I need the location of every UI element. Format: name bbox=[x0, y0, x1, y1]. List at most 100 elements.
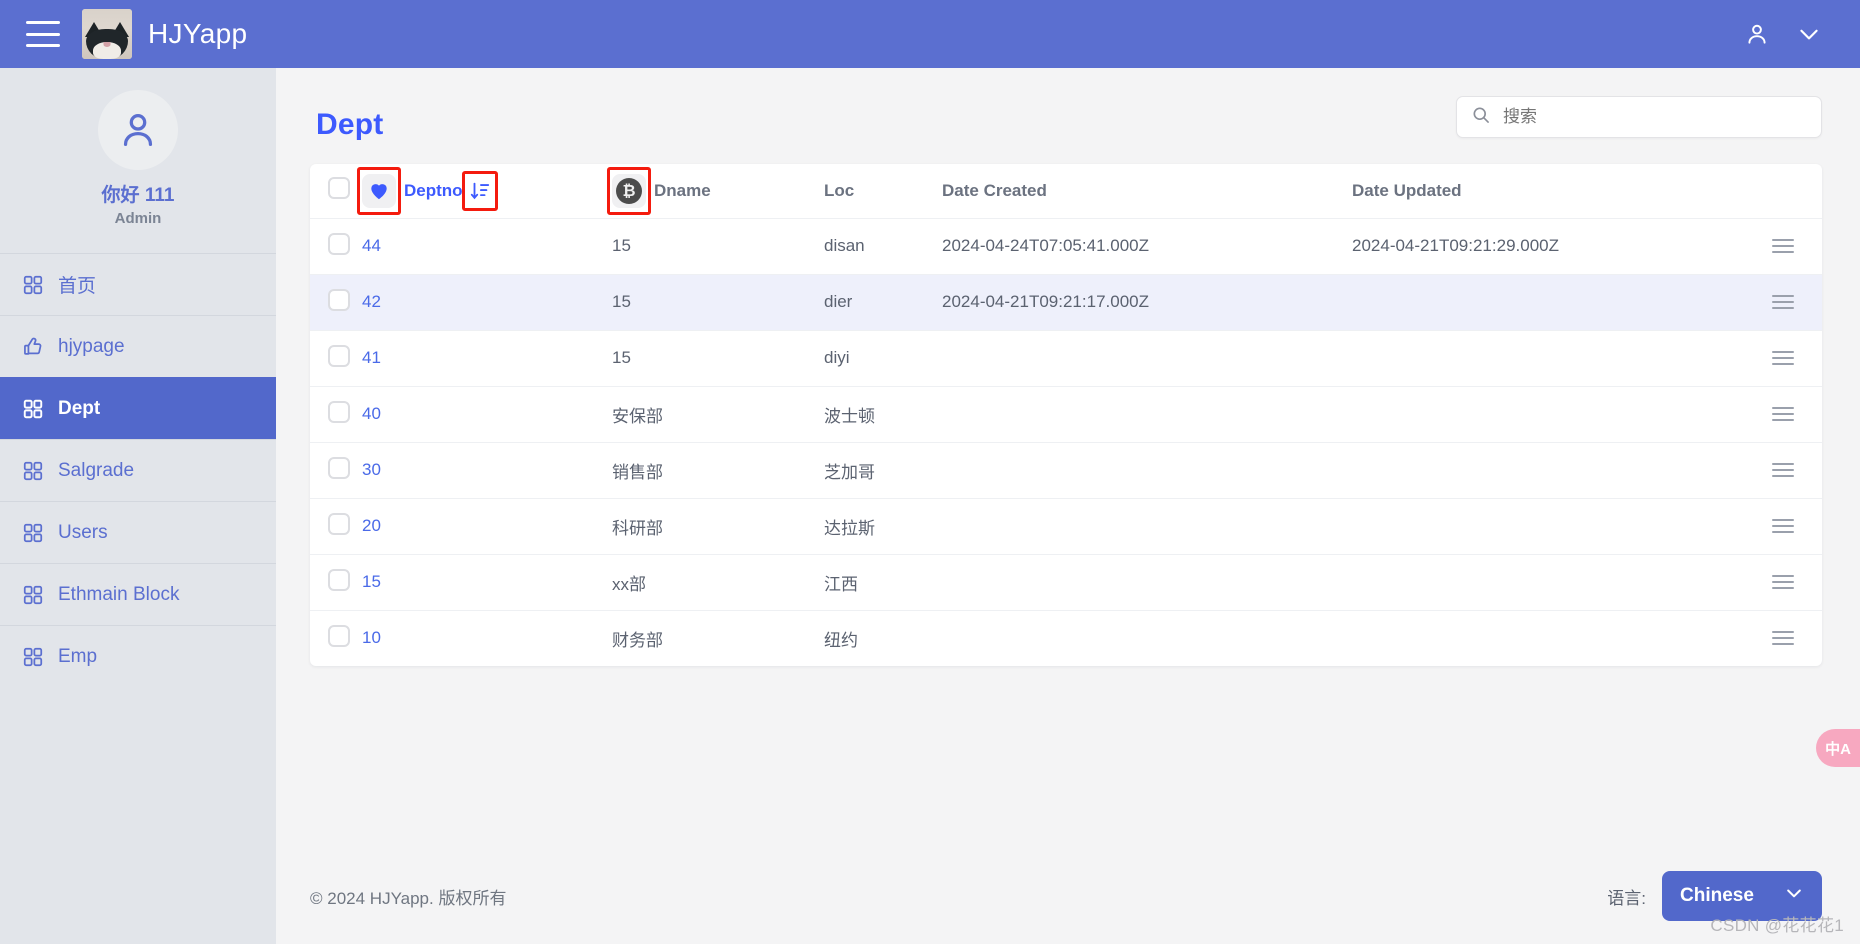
deptno-link[interactable]: 10 bbox=[362, 628, 381, 647]
cell-date-created bbox=[942, 610, 1352, 666]
row-menu-icon[interactable] bbox=[1772, 407, 1794, 421]
row-checkbox[interactable] bbox=[328, 400, 350, 423]
floating-language-toggle[interactable]: 中A bbox=[1816, 729, 1860, 767]
search-icon bbox=[1471, 105, 1491, 130]
cell-date-created bbox=[942, 554, 1352, 610]
header-dname[interactable]: ₿ Dname bbox=[607, 164, 824, 218]
cell-dname: 15 bbox=[612, 236, 631, 255]
row-checkbox[interactable] bbox=[328, 344, 350, 367]
deptno-link[interactable]: 44 bbox=[362, 236, 381, 255]
main-content: Dept 搜索 Deptno ₿ Dname Loc Date Created … bbox=[276, 68, 1860, 944]
grid-icon bbox=[22, 274, 44, 296]
row-checkbox[interactable] bbox=[328, 232, 350, 255]
sidebar-item-salgrade[interactable]: Salgrade bbox=[0, 439, 276, 501]
sidebar-item-ethmain-block[interactable]: Ethmain Block bbox=[0, 563, 276, 625]
heart-icon[interactable] bbox=[357, 166, 401, 215]
sidebar-item-dept[interactable]: Dept bbox=[0, 377, 276, 439]
cell-loc: disan bbox=[824, 236, 865, 255]
sidebar: 你好 111 Admin 首页 hjypage Dept Salgrade Us… bbox=[0, 68, 276, 944]
cell-actions bbox=[1772, 554, 1822, 610]
cell-deptno: 40 bbox=[362, 386, 612, 442]
sidebar-item-emp[interactable]: Emp bbox=[0, 625, 276, 687]
row-menu-icon[interactable] bbox=[1772, 575, 1794, 589]
cell-dname: 安保部 bbox=[612, 406, 663, 426]
cell-date-created bbox=[942, 386, 1352, 442]
search-input[interactable] bbox=[1503, 107, 1807, 127]
cell-loc: 江西 bbox=[824, 574, 858, 594]
cell-date-created: 2024-04-21T09:21:17.000Z bbox=[942, 292, 1149, 311]
deptno-link[interactable]: 30 bbox=[362, 460, 381, 479]
row-checkbox[interactable] bbox=[328, 456, 350, 479]
cell-actions bbox=[1772, 498, 1822, 554]
select-all-cell bbox=[310, 164, 362, 218]
row-checkbox[interactable] bbox=[328, 512, 350, 535]
deptno-link[interactable]: 15 bbox=[362, 572, 381, 591]
header-loc[interactable]: Loc bbox=[824, 164, 942, 218]
table-row[interactable]: 10 财务部 纽约 bbox=[310, 610, 1822, 666]
watermark: CSDN @花花花1 bbox=[1710, 916, 1844, 935]
sidebar-item-label: Ethmain Block bbox=[58, 583, 180, 605]
cell-deptno: 30 bbox=[362, 442, 612, 498]
cell-deptno: 10 bbox=[362, 610, 612, 666]
table-row[interactable]: 20 科研部 达拉斯 bbox=[310, 498, 1822, 554]
hamburger-menu-icon[interactable] bbox=[26, 21, 60, 47]
select-all-checkbox[interactable] bbox=[328, 177, 350, 200]
deptno-link[interactable]: 42 bbox=[362, 292, 381, 311]
deptno-link[interactable]: 20 bbox=[362, 516, 381, 535]
sidebar-item-home[interactable]: 首页 bbox=[0, 253, 276, 315]
table-row[interactable]: 15 xx部 江西 bbox=[310, 554, 1822, 610]
cell-actions bbox=[1772, 610, 1822, 666]
search-box[interactable] bbox=[1456, 96, 1822, 138]
table-head: Deptno ₿ Dname Loc Date Created Date Upd… bbox=[310, 164, 1822, 218]
table-row[interactable]: 40 安保部 波士顿 bbox=[310, 386, 1822, 442]
topbar-chevron-down-icon[interactable] bbox=[1796, 21, 1822, 47]
sidebar-item-label: Emp bbox=[58, 645, 98, 667]
row-checkbox[interactable] bbox=[328, 624, 350, 647]
table-row[interactable]: 42 15 dier 2024-04-21T09:21:17.000Z bbox=[310, 274, 1822, 330]
bitcoin-icon[interactable]: ₿ bbox=[607, 166, 651, 215]
sort-descending-icon[interactable] bbox=[461, 170, 498, 211]
cell-date-created bbox=[942, 442, 1352, 498]
cell-date-updated bbox=[1352, 610, 1772, 666]
row-menu-icon[interactable] bbox=[1772, 351, 1794, 365]
sidebar-item-users[interactable]: Users bbox=[0, 501, 276, 563]
row-checkbox[interactable] bbox=[328, 288, 350, 311]
table-row[interactable]: 44 15 disan 2024-04-24T07:05:41.000Z 202… bbox=[310, 218, 1822, 274]
row-checkbox[interactable] bbox=[328, 568, 350, 591]
row-menu-icon[interactable] bbox=[1772, 631, 1794, 646]
cell-deptno: 15 bbox=[362, 554, 612, 610]
deptno-link[interactable]: 41 bbox=[362, 348, 381, 367]
row-select-cell bbox=[310, 386, 362, 442]
thumbs-up-icon bbox=[22, 336, 44, 358]
header-date-updated[interactable]: Date Updated bbox=[1352, 164, 1772, 218]
header-date-created[interactable]: Date Created bbox=[942, 164, 1352, 218]
profile-role: Admin bbox=[114, 210, 162, 227]
cell-loc: 芝加哥 bbox=[824, 462, 875, 482]
cell-actions bbox=[1772, 274, 1822, 330]
floating-language-label: 中A bbox=[1825, 740, 1851, 758]
deptno-link[interactable]: 40 bbox=[362, 404, 381, 423]
sidebar-profile: 你好 111 Admin bbox=[0, 68, 276, 253]
cell-date-created bbox=[942, 330, 1352, 386]
sidebar-item-hjypage[interactable]: hjypage bbox=[0, 315, 276, 377]
row-menu-icon[interactable] bbox=[1772, 519, 1794, 533]
row-menu-icon[interactable] bbox=[1772, 295, 1794, 309]
cell-loc: dier bbox=[824, 292, 853, 311]
row-menu-icon[interactable] bbox=[1772, 463, 1794, 477]
row-select-cell bbox=[310, 330, 362, 386]
profile-name: 你好 111 bbox=[101, 185, 175, 206]
table-row[interactable]: 41 15 diyi bbox=[310, 330, 1822, 386]
app-title: HJYapp bbox=[148, 18, 248, 49]
cell-loc: diyi bbox=[824, 348, 850, 367]
chevron-down-icon bbox=[1784, 883, 1804, 909]
cell-actions bbox=[1772, 442, 1822, 498]
grid-icon bbox=[22, 584, 44, 606]
row-menu-icon[interactable] bbox=[1772, 239, 1794, 253]
cell-date-updated bbox=[1352, 442, 1772, 498]
cell-dname: 财务部 bbox=[612, 630, 663, 650]
row-select-cell bbox=[310, 218, 362, 274]
cell-date-created: 2024-04-24T07:05:41.000Z bbox=[942, 236, 1149, 255]
header-deptno[interactable]: Deptno bbox=[357, 164, 612, 218]
account-icon[interactable] bbox=[1744, 21, 1770, 47]
table-row[interactable]: 30 销售部 芝加哥 bbox=[310, 442, 1822, 498]
